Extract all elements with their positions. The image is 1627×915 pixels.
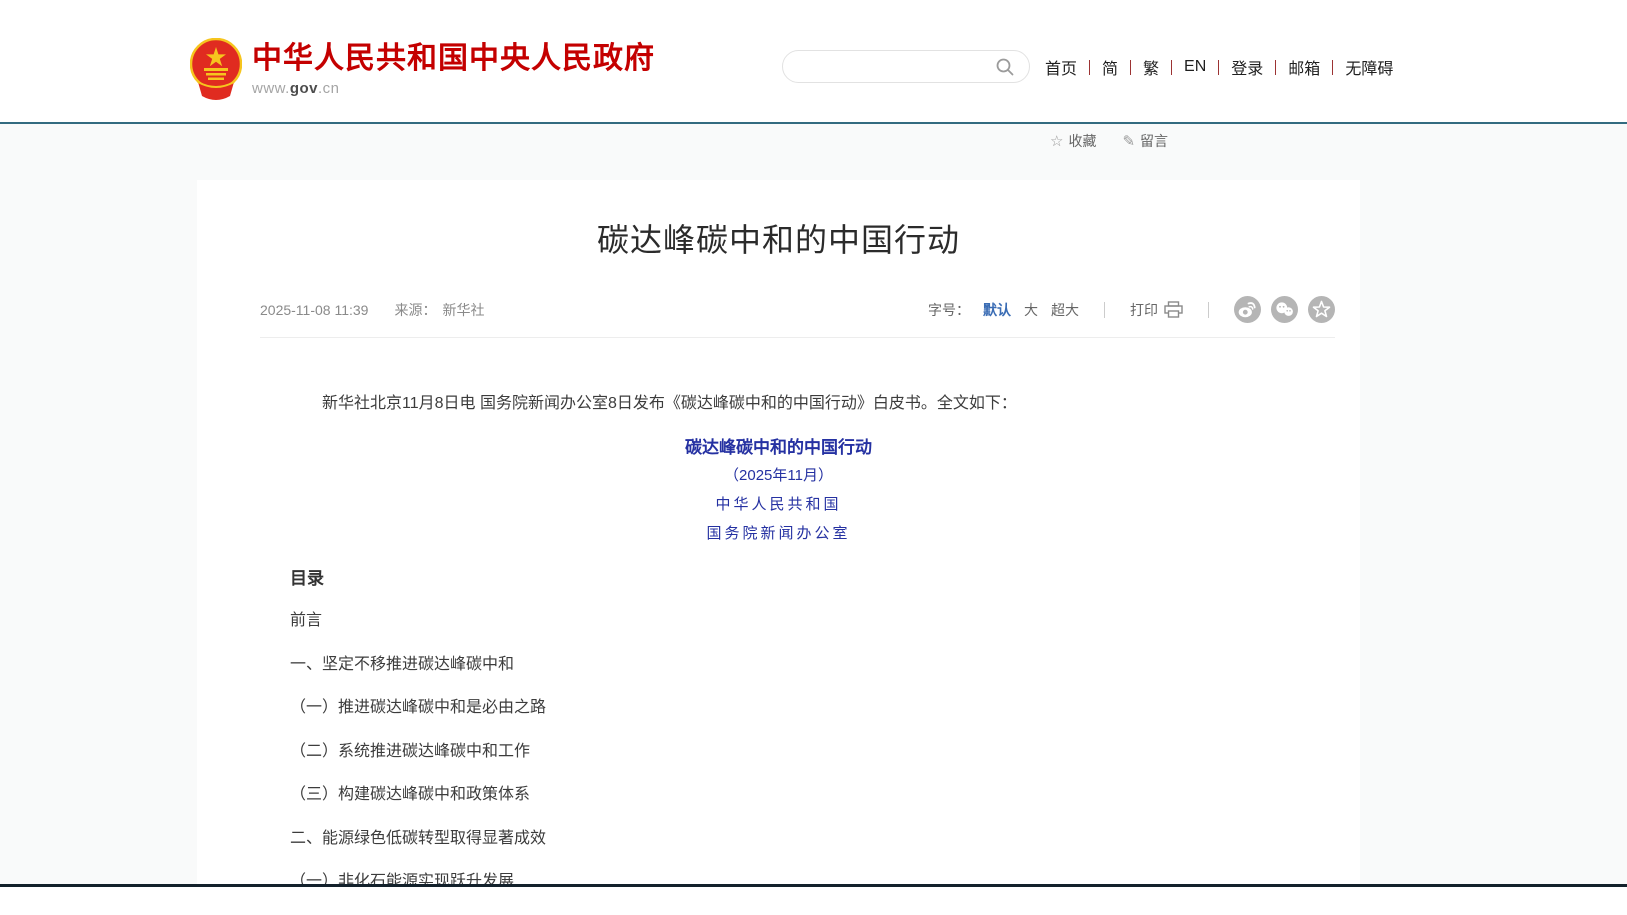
share-icons: [1234, 296, 1335, 323]
nav-home[interactable]: 首页: [1045, 55, 1077, 79]
nav-mail[interactable]: 邮箱: [1288, 55, 1320, 79]
message-label: 留言: [1140, 131, 1168, 151]
source-label: 来源：: [394, 300, 436, 320]
wechat-share-icon[interactable]: [1271, 296, 1298, 323]
search-icon: [995, 57, 1015, 77]
national-emblem-icon: [190, 38, 242, 104]
meta-separator: [1104, 302, 1105, 318]
nav-separator: [1089, 60, 1090, 75]
nav-separator: [1218, 60, 1219, 75]
toc-item: 一、坚定不移推进碳达峰碳中和: [290, 643, 1267, 687]
toc-item: （三）构建碳达峰碳中和政策体系: [290, 773, 1267, 817]
toc-item: （一）推进碳达峰碳中和是必由之路: [290, 686, 1267, 730]
font-size-label: 字号：: [928, 300, 970, 320]
document-date: （2025年11月）: [290, 467, 1267, 485]
article-meta-left: 2025-11-08 11:39 来源： 新华社: [260, 300, 484, 320]
url-cn: .cn: [318, 80, 340, 97]
document-title: 碳达峰碳中和的中国行动: [290, 438, 1267, 458]
page: 中华人民共和国中央人民政府 www.gov.cn 首页 简 繁 EN 登录 邮箱…: [0, 0, 1627, 915]
nav-separator: [1332, 60, 1333, 75]
nav-accessibility[interactable]: 无障碍: [1345, 55, 1393, 79]
nav-login[interactable]: 登录: [1231, 55, 1263, 79]
site-url: www.gov.cn: [252, 80, 655, 97]
print-label: 打印: [1130, 300, 1158, 320]
message-button[interactable]: ✎ 留言: [1122, 131, 1168, 151]
toc-item: 前言: [290, 599, 1267, 643]
document-org-line1: 中华人民共和国: [290, 496, 1267, 514]
favorite-label: 收藏: [1068, 131, 1096, 151]
search-input[interactable]: [783, 51, 995, 82]
article-title: 碳达峰碳中和的中国行动: [197, 180, 1360, 258]
nav-separator: [1130, 60, 1131, 75]
source-name[interactable]: 新华社: [442, 300, 484, 320]
top-navigation: 首页 简 繁 EN 登录 邮箱 无障碍: [1045, 55, 1393, 79]
article-body: 新华社北京11月8日电 国务院新闻办公室8日发布《碳达峰碳中和的中国行动》白皮书…: [290, 392, 1267, 884]
star-outline-icon: ☆: [1050, 132, 1063, 150]
header-divider: [0, 122, 1627, 124]
search-box: [782, 50, 1030, 83]
nav-simplified[interactable]: 简: [1102, 55, 1118, 79]
table-of-contents: 前言 一、坚定不移推进碳达峰碳中和 （一）推进碳达峰碳中和是必由之路 （二）系统…: [290, 599, 1267, 884]
site-identity: 中华人民共和国中央人民政府 www.gov.cn: [252, 42, 655, 97]
weibo-share-icon[interactable]: [1234, 296, 1261, 323]
toc-item: 二、能源绿色低碳转型取得显著成效: [290, 817, 1267, 861]
print-button[interactable]: 打印: [1130, 300, 1183, 320]
font-size-large[interactable]: 大: [1024, 300, 1038, 320]
toc-heading: 目录: [290, 568, 1267, 590]
favorite-button[interactable]: ☆ 收藏: [1050, 131, 1096, 151]
font-size-xlarge[interactable]: 超大: [1051, 300, 1079, 320]
article-card: 碳达峰碳中和的中国行动 2025-11-08 11:39 来源： 新华社 字号：…: [197, 180, 1360, 884]
footer-top-border: [0, 884, 1627, 887]
url-gov: gov: [290, 80, 318, 97]
url-www: www.: [252, 80, 290, 97]
printer-icon: [1164, 301, 1183, 318]
quick-links: ☆ 收藏 ✎ 留言: [1050, 131, 1168, 151]
nav-english[interactable]: EN: [1184, 58, 1206, 76]
meta-separator: [1208, 302, 1209, 318]
site-header: 中华人民共和国中央人民政府 www.gov.cn 首页 简 繁 EN 登录 邮箱…: [0, 0, 1627, 122]
site-title: 中华人民共和国中央人民政府: [252, 42, 655, 76]
toc-item: （一）非化石能源实现跃升发展: [290, 860, 1267, 884]
document-org-line2: 国务院新闻办公室: [290, 525, 1267, 543]
more-share-icon[interactable]: [1308, 296, 1335, 323]
search-button[interactable]: [995, 50, 1029, 83]
national-emblem-logo[interactable]: [190, 38, 242, 104]
article-meta-right: 字号： 默认 大 超大 打印: [928, 296, 1335, 323]
nav-traditional[interactable]: 繁: [1143, 55, 1159, 79]
publish-time: 2025-11-08 11:39: [260, 302, 368, 318]
nav-separator: [1275, 60, 1276, 75]
article-meta-bar: 2025-11-08 11:39 来源： 新华社 字号： 默认 大 超大 打印: [260, 296, 1335, 338]
font-size-default[interactable]: 默认: [983, 300, 1011, 320]
toc-item: （二）系统推进碳达峰碳中和工作: [290, 730, 1267, 774]
nav-separator: [1171, 60, 1172, 75]
article-source: 来源： 新华社: [394, 300, 484, 320]
document-heading: 碳达峰碳中和的中国行动 （2025年11月） 中华人民共和国 国务院新闻办公室: [290, 438, 1267, 543]
lead-paragraph: 新华社北京11月8日电 国务院新闻办公室8日发布《碳达峰碳中和的中国行动》白皮书…: [290, 392, 1267, 416]
pencil-icon: ✎: [1122, 132, 1135, 150]
